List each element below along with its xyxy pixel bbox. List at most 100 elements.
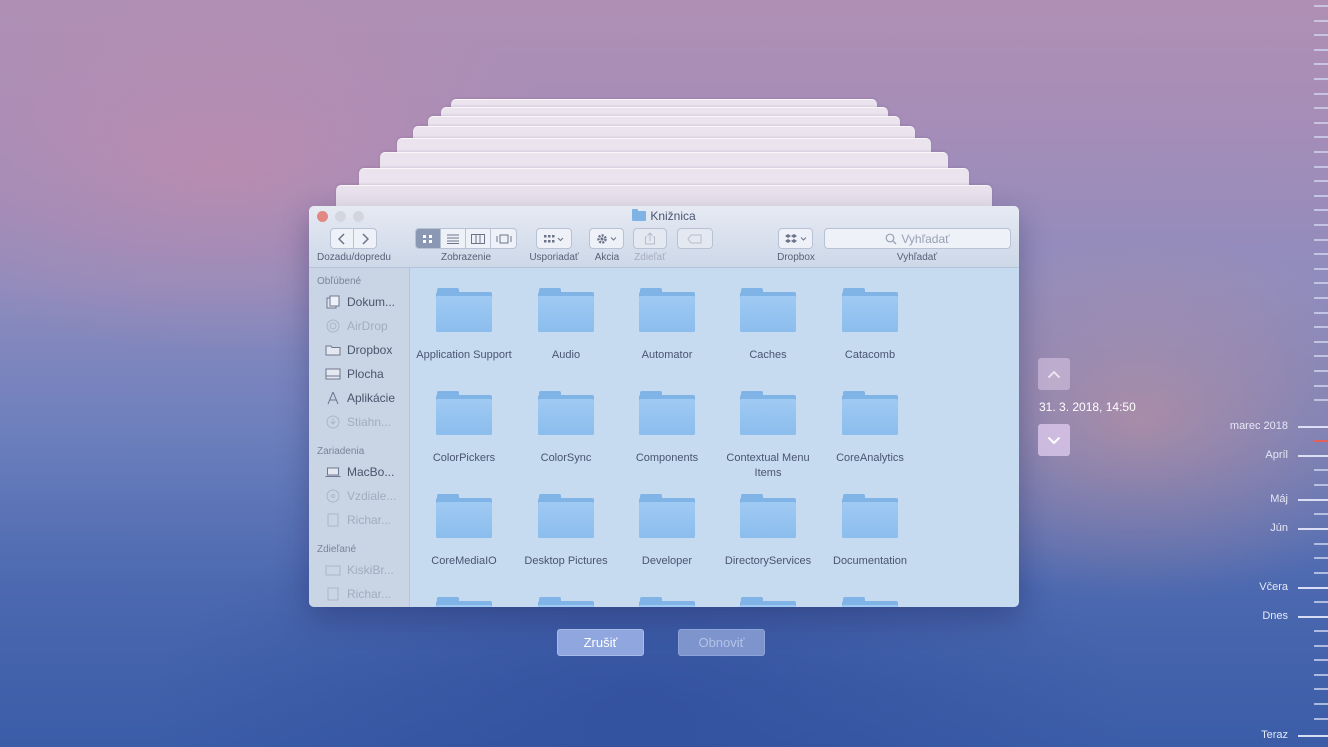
timeline-tick[interactable] — [1314, 107, 1328, 109]
timeline-tick-may[interactable] — [1298, 499, 1328, 501]
timeline-tick[interactable] — [1314, 239, 1328, 241]
forward-button[interactable] — [353, 228, 377, 249]
sidebar-item-documents[interactable]: Dokum... — [325, 293, 395, 311]
timeline-tick-now[interactable] — [1298, 735, 1328, 737]
folder-item[interactable]: Developer — [617, 494, 717, 569]
timeline-tick[interactable] — [1314, 268, 1328, 270]
timeline-tick[interactable] — [1314, 557, 1328, 559]
dropbox-button[interactable] — [778, 228, 813, 249]
timeline-tick[interactable] — [1314, 195, 1328, 197]
timeline-tick[interactable] — [1314, 484, 1328, 486]
column-view-button[interactable] — [465, 228, 491, 249]
sidebar-item-macbook[interactable]: MacBo... — [325, 463, 394, 481]
timeline-tick[interactable] — [1314, 63, 1328, 65]
timeline-tick[interactable] — [1314, 469, 1328, 471]
back-button[interactable] — [330, 228, 354, 249]
timeline-tick[interactable] — [1314, 224, 1328, 226]
folder-item[interactable]: DirectoryServices — [718, 494, 818, 569]
timeline-tick[interactable] — [1314, 5, 1328, 7]
sidebar-item-applications[interactable]: Aplikácie — [325, 389, 395, 407]
folder-item[interactable] — [718, 597, 818, 607]
timeline-label-may[interactable]: Máj — [1270, 493, 1288, 505]
sidebar-item-shared-1[interactable]: KiskiBr... — [325, 561, 394, 579]
timeline-tick[interactable] — [1314, 93, 1328, 95]
timeline-tick[interactable] — [1314, 718, 1328, 720]
list-view-button[interactable] — [440, 228, 466, 249]
timeline-tick[interactable] — [1314, 253, 1328, 255]
sidebar-item-downloads[interactable]: Stiahn... — [325, 413, 391, 431]
timeline-tick[interactable] — [1314, 166, 1328, 168]
timeline-label-june[interactable]: Jún — [1270, 522, 1288, 534]
timeline-tick[interactable] — [1314, 49, 1328, 51]
timeline-tick[interactable] — [1314, 674, 1328, 676]
cover-flow-button[interactable] — [490, 228, 517, 249]
timeline-label-yesterday[interactable]: Včera — [1259, 581, 1288, 593]
cancel-button[interactable]: Zrušiť — [557, 629, 644, 656]
timeline-tick[interactable] — [1314, 151, 1328, 153]
timeline-label-march[interactable]: marec 2018 — [1230, 420, 1288, 432]
folder-item[interactable]: Application Support — [414, 288, 514, 363]
timeline-tick[interactable] — [1314, 209, 1328, 211]
folder-item[interactable]: CoreMediaIO — [414, 494, 514, 569]
timeline-tick-yesterday[interactable] — [1298, 587, 1328, 589]
folder-item[interactable]: Contextual Menu Items — [718, 391, 818, 481]
folder-item[interactable]: Audio — [516, 288, 616, 363]
share-button[interactable] — [633, 228, 667, 249]
folder-item[interactable]: Desktop Pictures — [516, 494, 616, 569]
timeline-tick[interactable] — [1314, 355, 1328, 357]
timeline-tick[interactable] — [1314, 341, 1328, 343]
timeline-tick[interactable] — [1314, 385, 1328, 387]
timeline-tick[interactable] — [1314, 659, 1328, 661]
action-button[interactable] — [589, 228, 624, 249]
timeline-tick[interactable] — [1314, 122, 1328, 124]
tag-button[interactable] — [677, 228, 713, 249]
timeline-label-today[interactable]: Dnes — [1262, 610, 1288, 622]
timeline-tick[interactable] — [1314, 370, 1328, 372]
timeline-tick[interactable] — [1314, 645, 1328, 647]
arrange-button[interactable] — [536, 228, 572, 249]
folder-item[interactable] — [820, 597, 920, 607]
timeline-tick-april[interactable] — [1298, 455, 1328, 457]
folder-item[interactable]: ColorPickers — [414, 391, 514, 466]
timeline-tick[interactable] — [1314, 34, 1328, 36]
timeline-tick[interactable] — [1314, 601, 1328, 603]
sidebar-item-airdrop[interactable]: AirDrop — [325, 317, 388, 335]
timeline-label-april[interactable]: Apríl — [1265, 449, 1288, 461]
timeline-tick[interactable] — [1314, 78, 1328, 80]
timeline-tick[interactable] — [1314, 688, 1328, 690]
timeline-label-now[interactable]: Teraz — [1261, 729, 1288, 741]
folder-item[interactable] — [414, 597, 514, 607]
icon-view-button[interactable] — [415, 228, 441, 249]
folder-item[interactable]: Documentation — [820, 494, 920, 569]
timeline-tick[interactable] — [1314, 312, 1328, 314]
sidebar-item-disk[interactable]: Richar... — [325, 511, 391, 529]
folder-item[interactable]: Catacomb — [820, 288, 920, 363]
older-snapshot-button[interactable] — [1038, 358, 1070, 390]
timeline-tick-june[interactable] — [1298, 528, 1328, 530]
folder-item[interactable] — [516, 597, 616, 607]
timeline-tick-march[interactable] — [1298, 426, 1328, 428]
timeline-current-marker[interactable] — [1314, 440, 1328, 442]
sidebar-item-remote-disc[interactable]: Vzdiale... — [325, 487, 396, 505]
timeline-tick[interactable] — [1314, 572, 1328, 574]
folder-item[interactable]: Components — [617, 391, 717, 466]
sidebar-item-desktop[interactable]: Plocha — [325, 365, 384, 383]
timeline-tick[interactable] — [1314, 180, 1328, 182]
folder-item[interactable]: Caches — [718, 288, 818, 363]
folder-item[interactable]: CoreAnalytics — [820, 391, 920, 466]
restore-button[interactable]: Obnoviť — [678, 629, 765, 656]
folder-item[interactable] — [617, 597, 717, 607]
timeline-tick[interactable] — [1314, 136, 1328, 138]
timeline-tick[interactable] — [1314, 282, 1328, 284]
timeline-tick[interactable] — [1314, 326, 1328, 328]
timeline-tick-today[interactable] — [1298, 616, 1328, 618]
timeline-tick[interactable] — [1314, 297, 1328, 299]
timeline-tick[interactable] — [1314, 630, 1328, 632]
timeline-tick[interactable] — [1314, 399, 1328, 401]
timeline-tick[interactable] — [1314, 20, 1328, 22]
timeline-tick[interactable] — [1314, 703, 1328, 705]
sidebar-item-shared-2[interactable]: Richar... — [325, 585, 391, 603]
newer-snapshot-button[interactable] — [1038, 424, 1070, 456]
folder-item[interactable]: Automator — [617, 288, 717, 363]
sidebar-item-dropbox[interactable]: Dropbox — [325, 341, 392, 359]
